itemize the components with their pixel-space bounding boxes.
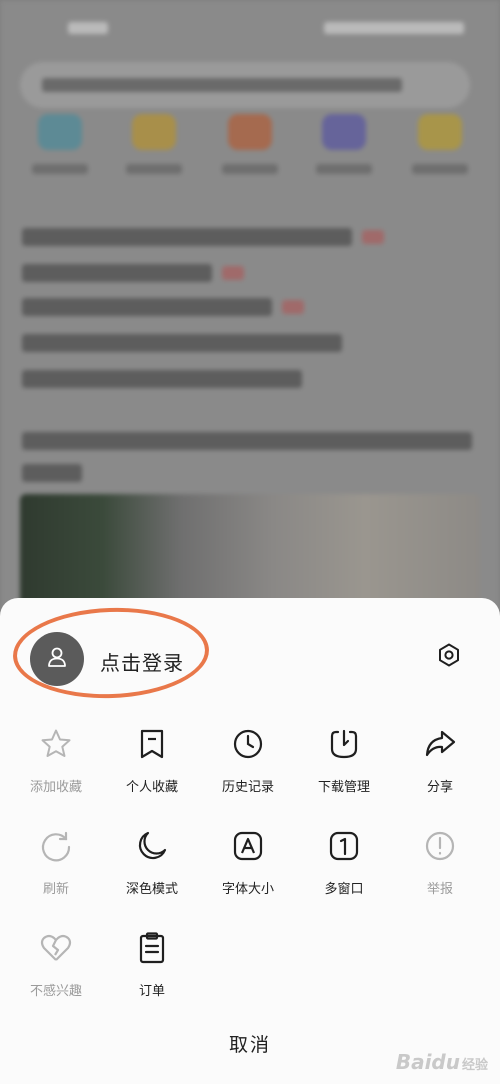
bookmark-icon: [134, 726, 170, 762]
download-icon: [326, 726, 362, 762]
baidu-jingyan-watermark: Baidu 经验: [396, 1050, 488, 1074]
share-icon: [422, 726, 458, 762]
settings-button[interactable]: [434, 642, 464, 672]
moon-icon: [134, 828, 170, 864]
menu-label: 个人收藏: [125, 780, 178, 795]
menu-personal-favorites[interactable]: 个人收藏: [102, 726, 202, 816]
menu-report[interactable]: 举报: [390, 828, 490, 918]
menu-share[interactable]: 分享: [390, 726, 490, 816]
menu-downloads[interactable]: 下载管理: [294, 726, 394, 816]
font-size-icon: [230, 828, 266, 864]
settings-icon: [436, 642, 462, 672]
menu-label: 历史记录: [221, 780, 274, 795]
highlight-annotation-ring: [11, 604, 211, 702]
background-search-bar: [20, 62, 470, 108]
watermark-sub: 经验: [461, 1058, 488, 1073]
menu-add-favorite[interactable]: 添加收藏: [6, 726, 106, 816]
menu-font-size[interactable]: 字体大小: [198, 828, 298, 918]
refresh-icon: [38, 828, 74, 864]
menu-label: 字体大小: [221, 882, 274, 897]
menu-refresh[interactable]: 刷新: [6, 828, 106, 918]
multi-window-icon: [326, 828, 362, 864]
order-icon: [134, 930, 170, 966]
menu-label: 添加收藏: [29, 780, 82, 795]
watermark-brand: Baidu: [395, 1050, 460, 1074]
menu-history[interactable]: 历史记录: [198, 726, 298, 816]
menu-label: 下载管理: [317, 780, 370, 795]
login-row[interactable]: 点击登录: [0, 598, 500, 718]
background-page: [0, 0, 500, 620]
menu-not-interested[interactable]: 不感兴趣: [6, 930, 106, 1020]
menu-label: 不感兴趣: [29, 984, 82, 999]
menu-label: 多窗口: [324, 882, 364, 897]
menu-dark-mode[interactable]: 深色模式: [102, 828, 202, 918]
report-icon: [422, 828, 458, 864]
action-sheet: 点击登录 添加收藏 个人收藏 历史记录 下载管理 分享 刷新 深色模式 字体大小…: [0, 598, 500, 1084]
menu-orders[interactable]: 订单: [102, 930, 202, 1020]
menu-label: 深色模式: [125, 882, 178, 897]
menu-label: 分享: [426, 780, 453, 795]
background-shortcuts: [0, 114, 500, 184]
broken-heart-icon: [38, 930, 74, 966]
menu-label: 订单: [138, 984, 165, 999]
menu-multi-window[interactable]: 多窗口: [294, 828, 394, 918]
menu-label: 刷新: [42, 882, 69, 897]
star-icon: [38, 726, 74, 762]
menu-label: 举报: [426, 882, 453, 897]
status-bar: [0, 22, 500, 42]
clock-icon: [230, 726, 266, 762]
